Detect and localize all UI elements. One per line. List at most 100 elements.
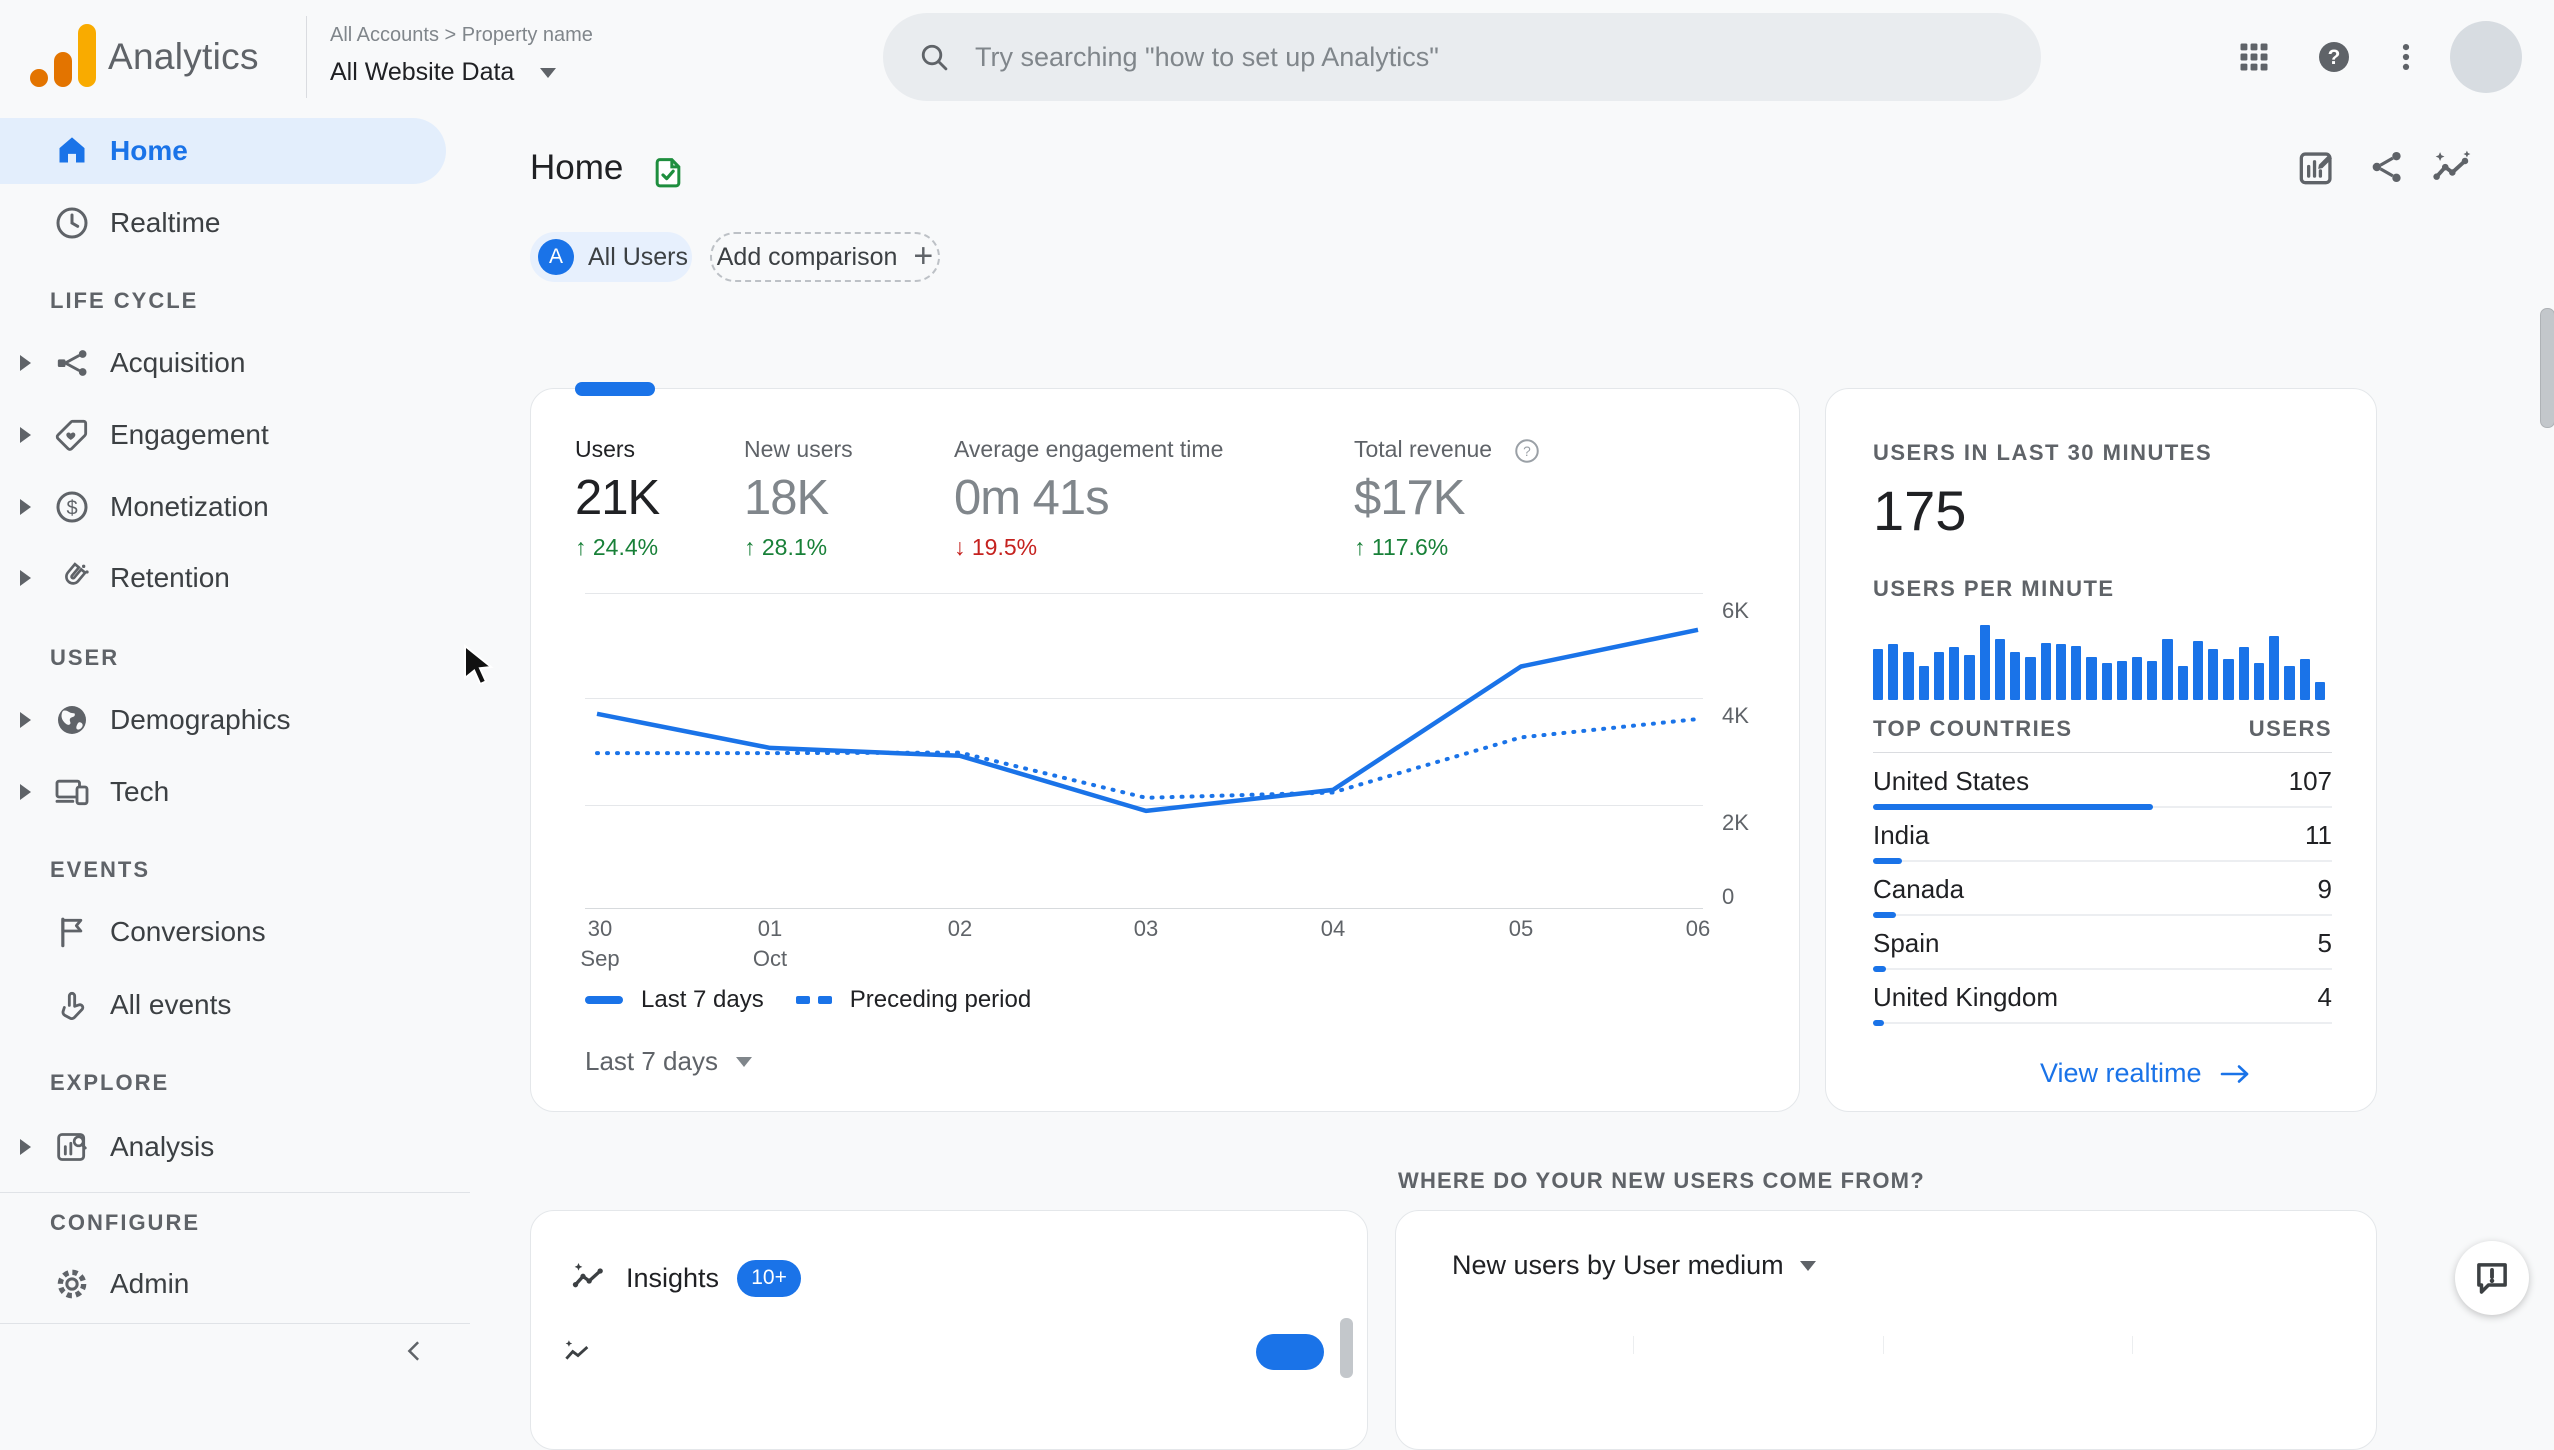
breadcrumb[interactable]: All Accounts > Property name: [330, 24, 593, 47]
customize-report-icon: [2299, 152, 2332, 185]
touch-icon: [61, 991, 85, 1020]
sidebar-item-conversions[interactable]: Conversions: [0, 896, 458, 968]
minute-bar: [2238, 647, 2249, 700]
demographics-icon: [58, 706, 86, 734]
avatar[interactable]: [2450, 21, 2522, 93]
metric-value-engagement: 0m 41s: [954, 471, 1110, 525]
sidebar-item-home[interactable]: Home: [0, 114, 458, 188]
add-comparison-button[interactable]: Add comparison +: [710, 232, 940, 282]
x-tick: 30 Sep: [580, 916, 620, 971]
sidebar-item-engagement[interactable]: Engagement: [0, 399, 458, 471]
country-row: United States 107: [1873, 766, 2332, 810]
sidebar-item-retention[interactable]: Retention: [0, 542, 458, 614]
new-users-card-title-dropdown[interactable]: New users by User medium: [1452, 1250, 1816, 1281]
minute-bar: [1873, 649, 1884, 700]
y-tick: 2K: [1722, 810, 1749, 835]
sidebar-section-lifecycle: LIFE CYCLE: [50, 288, 199, 313]
sidebar-item-realtime[interactable]: Realtime: [0, 187, 458, 259]
sidebar-item-demographics[interactable]: Demographics: [0, 684, 458, 756]
search-input[interactable]: [973, 40, 2007, 74]
expand-arrow-icon[interactable]: [20, 427, 31, 443]
help-icon: ?: [2319, 42, 2349, 72]
metric-label-revenue[interactable]: Total revenue: [1354, 436, 1492, 463]
insights-scrollbar[interactable]: [1340, 1318, 1353, 1378]
country-row: Canada 9: [1873, 874, 2332, 918]
sidebar-section-explore: EXPLORE: [50, 1070, 170, 1095]
card-tab-indicator[interactable]: [575, 382, 655, 396]
sidebar-item-admin[interactable]: Admin: [0, 1248, 458, 1320]
country-bar: [1873, 912, 1897, 918]
home-icon: [59, 137, 85, 163]
doc-check-icon[interactable]: [648, 152, 688, 194]
expand-arrow-icon[interactable]: [20, 712, 31, 728]
y-tick: 6K: [1722, 598, 1749, 623]
insight-item-badge[interactable]: [1256, 1334, 1324, 1370]
insights-card: [530, 1210, 1368, 1450]
share-icon: [2372, 151, 2401, 183]
apps-grid-icon: [2240, 43, 2268, 71]
expand-arrow-icon[interactable]: [20, 1139, 31, 1155]
sidebar-section-configure: CONFIGURE: [50, 1210, 200, 1235]
insights-sparkle-icon: [2433, 150, 2471, 180]
share-button[interactable]: [2366, 146, 2412, 192]
minute-bar: [1888, 644, 1899, 700]
preceding-period-line: [595, 717, 1700, 800]
page-scrollbar-thumb[interactable]: [2540, 308, 2554, 428]
analytics-logo-icon[interactable]: [28, 20, 103, 94]
expand-arrow-icon[interactable]: [20, 355, 31, 371]
metric-label-engagement[interactable]: Average engagement time: [954, 436, 1223, 463]
metric-label-new-users[interactable]: New users: [744, 436, 853, 463]
date-range-dropdown[interactable]: Last 7 days: [585, 1046, 752, 1077]
expand-arrow-icon[interactable]: [20, 499, 31, 515]
view-realtime-link[interactable]: View realtime: [2040, 1058, 2254, 1089]
country-bar: [1873, 804, 2154, 810]
minute-bar: [2025, 657, 2036, 700]
metric-label-users[interactable]: Users: [575, 436, 635, 463]
insights-button[interactable]: [2428, 146, 2474, 192]
realtime-users-value: 175: [1873, 479, 1967, 542]
gear-icon: [57, 1269, 87, 1299]
more-menu-button[interactable]: [2382, 33, 2430, 81]
country-bar: [1873, 1020, 1884, 1026]
table-column-divider: [2132, 1336, 2133, 1354]
realtime-title: USERS IN LAST 30 MINUTES: [1873, 440, 2213, 465]
expand-arrow-icon[interactable]: [20, 784, 31, 800]
sidebar-item-analysis[interactable]: Analysis: [0, 1111, 458, 1183]
product-name: Analytics: [108, 36, 259, 77]
help-button[interactable]: ?: [2310, 33, 2358, 81]
insight-item-sparkle-icon: [565, 1340, 589, 1360]
minute-bar: [2147, 661, 2158, 700]
all-users-chip[interactable]: A All Users: [530, 232, 692, 282]
table-column-divider: [1633, 1336, 1634, 1354]
sidebar-item-acquisition[interactable]: Acquisition: [0, 327, 458, 399]
top-countries-header: TOP COUNTRIES USERS: [1873, 716, 2332, 742]
expand-arrow-icon[interactable]: [20, 570, 31, 586]
insights-count-badge[interactable]: 10+: [737, 1259, 802, 1297]
minute-bar: [2314, 682, 2326, 700]
sidebar-item-monetization[interactable]: $ Monetization: [0, 471, 458, 543]
feedback-button[interactable]: [2455, 1241, 2529, 1315]
sidebar-item-tech[interactable]: Tech: [0, 756, 458, 828]
search-bar[interactable]: [883, 13, 2041, 101]
sidebar-item-all-events[interactable]: All events: [0, 969, 458, 1041]
acquisition-icon: [57, 350, 87, 376]
collapse-sidebar-icon[interactable]: [400, 1336, 430, 1366]
property-selector[interactable]: All Website Data: [330, 58, 557, 87]
new-users-card: [1395, 1210, 2377, 1450]
minute-bar: [1933, 652, 1945, 700]
new-users-section-title: WHERE DO YOUR NEW USERS COME FROM?: [1398, 1168, 1925, 1193]
customize-report-button[interactable]: [2294, 146, 2340, 192]
comparison-label: All Users: [588, 242, 689, 271]
metric-help-icon[interactable]: ?: [1512, 436, 1542, 466]
countries-divider: [1873, 752, 2332, 753]
insights-title: Insights: [626, 1262, 720, 1293]
ga-home-screen: { "header": { "product": "Analytics", "b…: [0, 0, 2554, 1450]
monetization-icon: $: [56, 491, 88, 523]
minute-bar: [1994, 639, 2006, 700]
chevron-down-icon: [735, 1056, 752, 1067]
feedback-chat-icon: [2477, 1263, 2507, 1294]
metric-delta-engagement: ↓ 19.5%: [954, 534, 1038, 560]
more-vertical-icon: [2402, 43, 2410, 71]
legend-preceding-label: Preceding period: [849, 986, 1032, 1013]
apps-grid-button[interactable]: [2230, 33, 2278, 81]
